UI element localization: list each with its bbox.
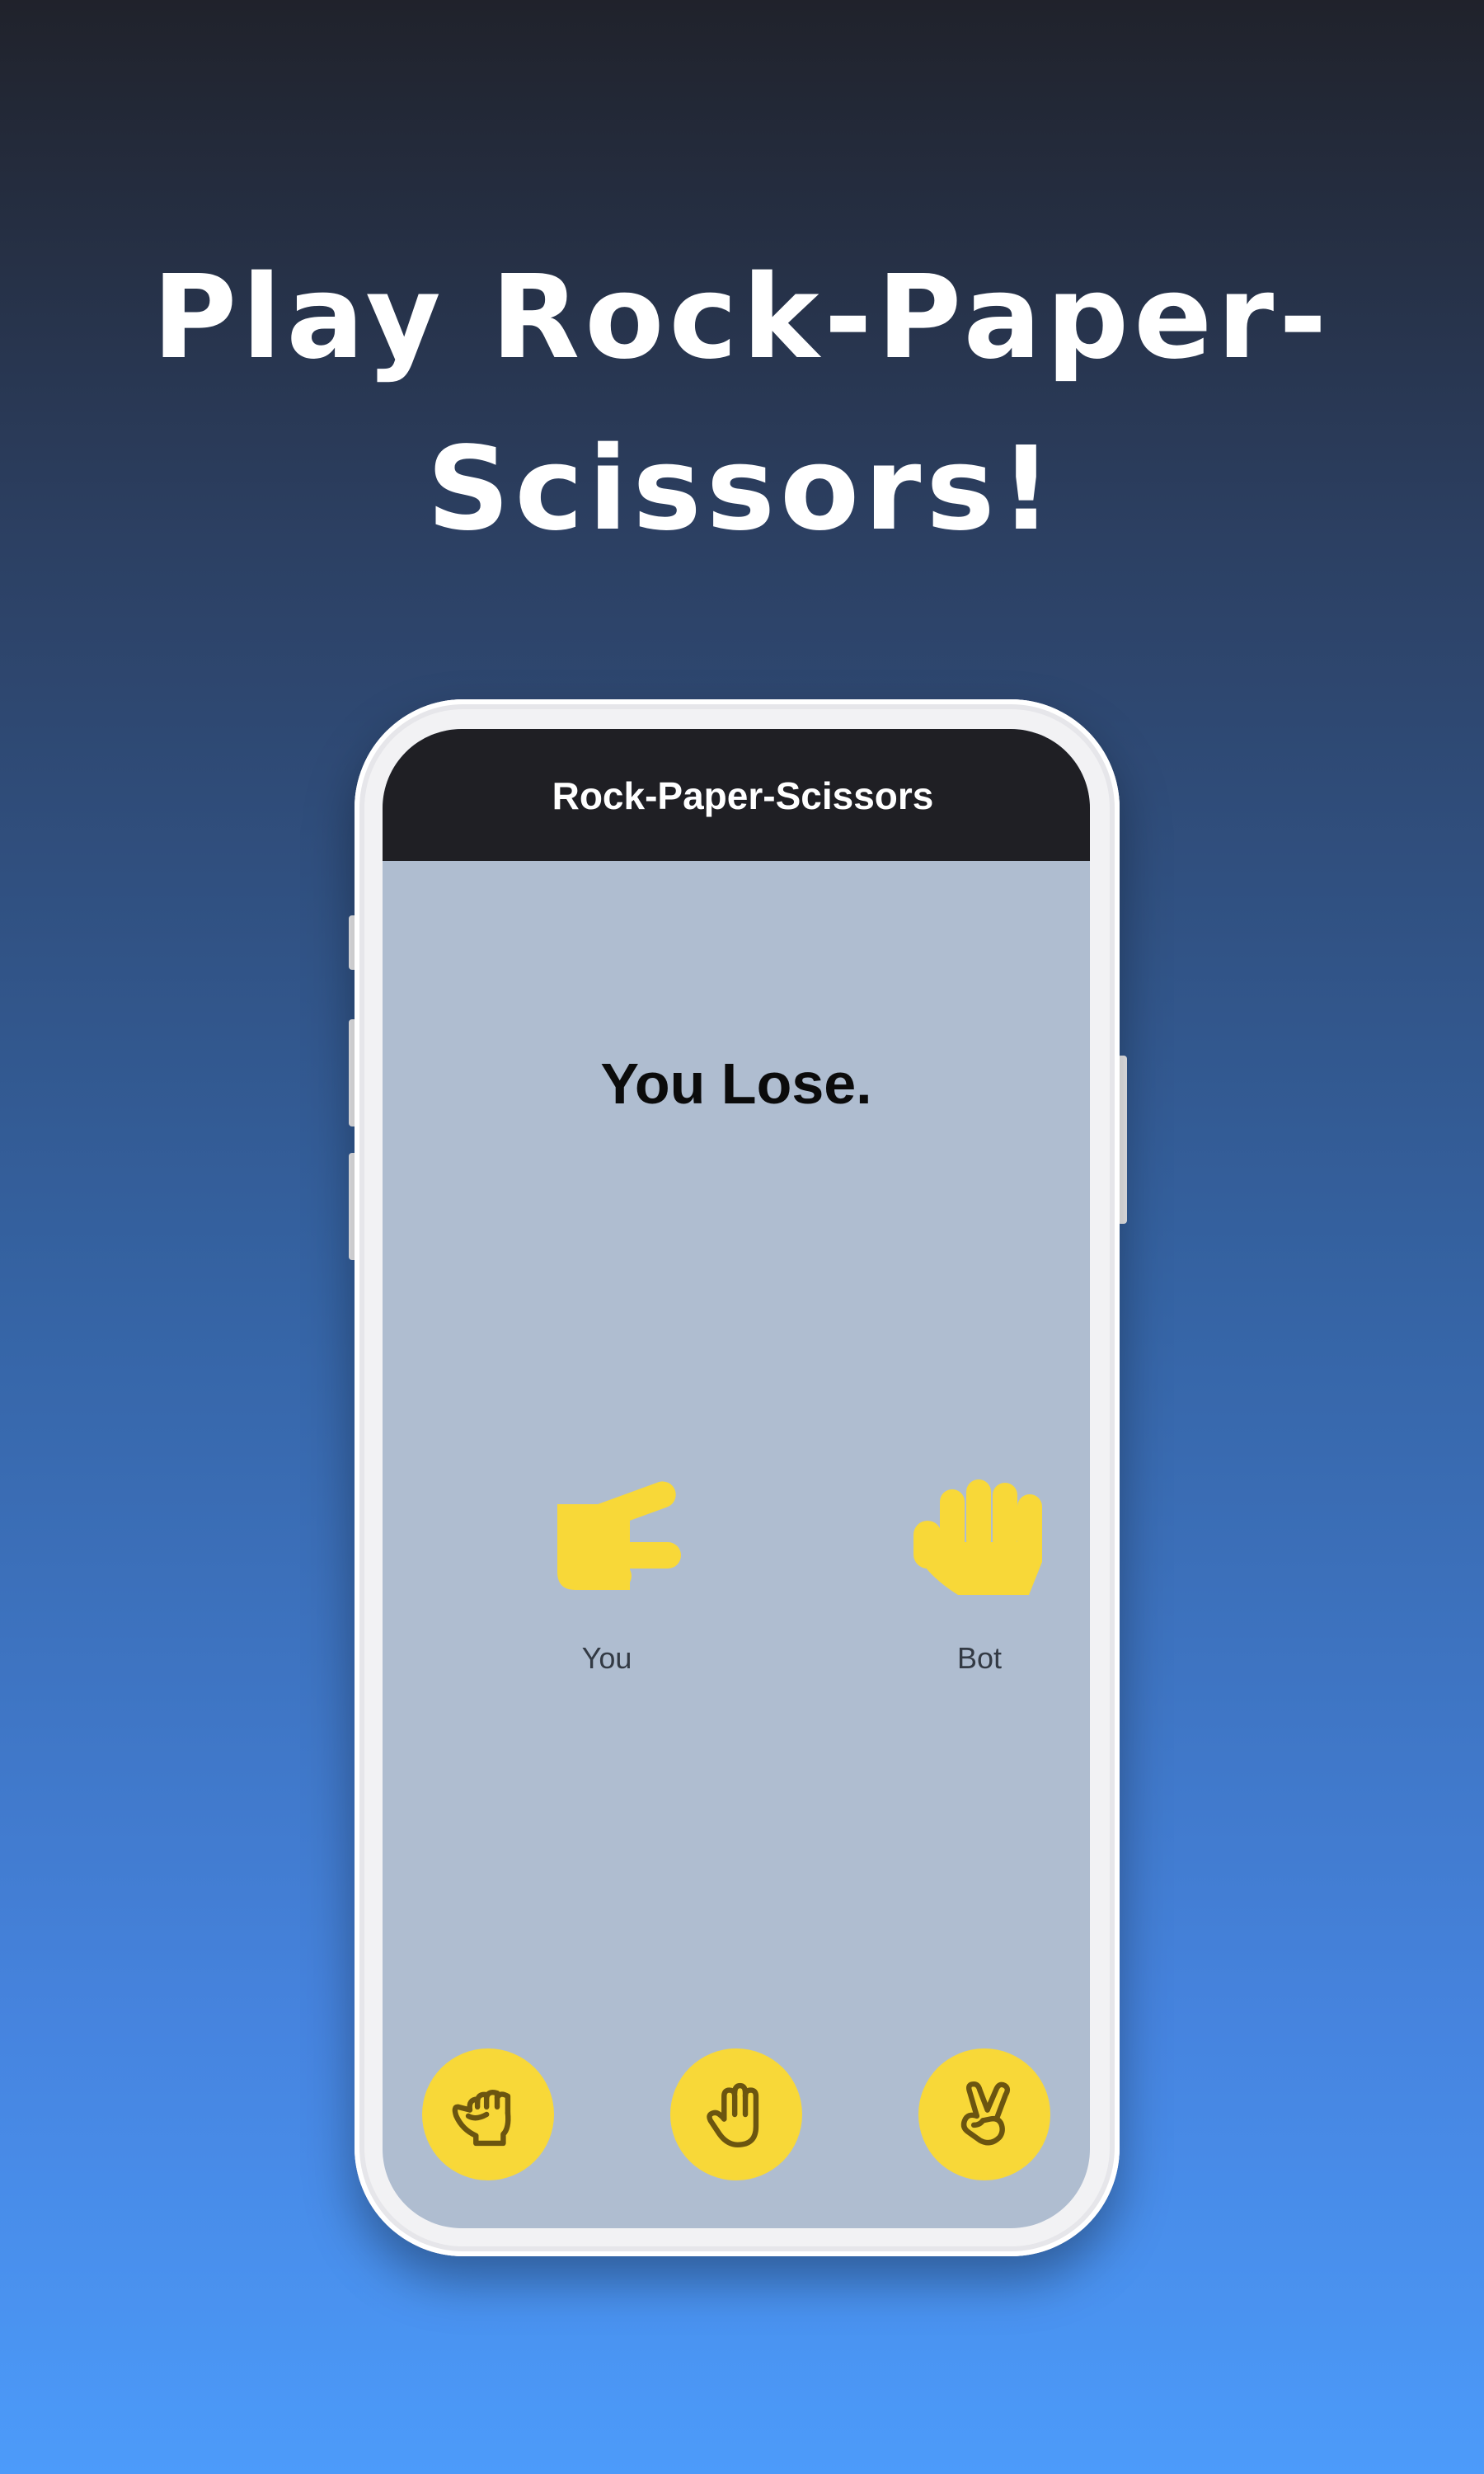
app-bar: Rock-Paper-Scissors bbox=[383, 729, 1090, 861]
player-you-label: You bbox=[581, 1641, 632, 1675]
headline-line-1: Play Rock-Paper- bbox=[152, 251, 1332, 385]
player-bot-label: Bot bbox=[956, 1641, 1003, 1675]
scissors-hand-icon bbox=[557, 1481, 681, 1590]
promo-headline: Play Rock-Paper- Scissors! bbox=[0, 233, 1484, 576]
scissors-button[interactable] bbox=[918, 2048, 1050, 2180]
player-bot: Bot bbox=[872, 1471, 1087, 1676]
app-title: Rock-Paper-Scissors bbox=[552, 774, 934, 817]
paper-button[interactable] bbox=[670, 2048, 802, 2180]
result-text: You Lose. bbox=[600, 1051, 872, 1116]
player-you: You bbox=[500, 1471, 714, 1676]
rock-fist-icon bbox=[452, 2089, 511, 2147]
rock-button[interactable] bbox=[422, 2048, 554, 2180]
app-screen: Rock-Paper-Scissors You Lose. You Bot bbox=[383, 729, 1090, 2228]
scissors-hand-icon bbox=[960, 2081, 1011, 2146]
headline-line-2: Scissors! bbox=[426, 422, 1058, 557]
paper-hand-icon bbox=[707, 2082, 759, 2148]
paper-hand-icon bbox=[913, 1479, 1042, 1595]
